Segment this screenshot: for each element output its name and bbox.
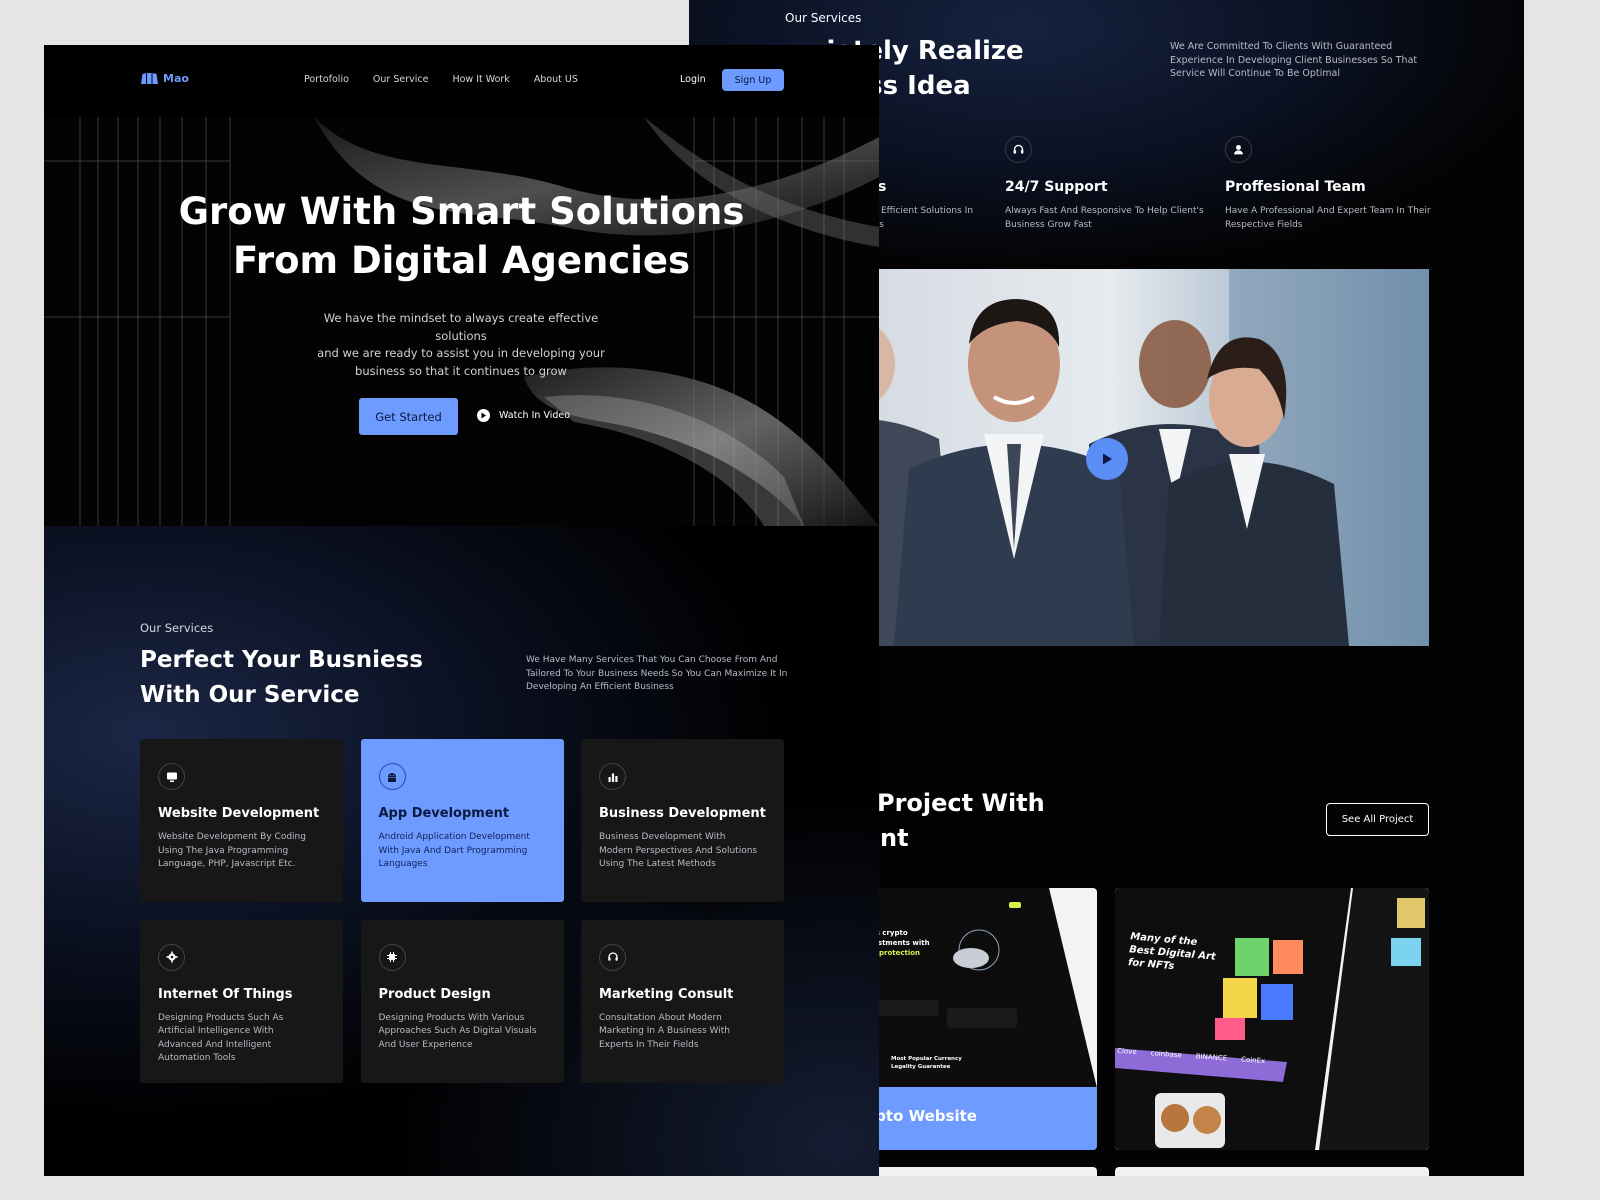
hero-subtitle: We have the mindset to always create eff…	[301, 310, 621, 380]
service-card-desc: Consultation About Modern Marketing In A…	[599, 1012, 730, 1050]
front-page: Mao Portofolio Our Service How It Work A…	[44, 45, 879, 1176]
brand-clove: Clove	[1116, 1046, 1137, 1057]
see-all-projects-button[interactable]: See All Project	[1326, 803, 1429, 836]
hero-subtitle-line1: We have the mindset to always create eff…	[323, 311, 599, 343]
services-heading: Perfect Your Busniess With Our Service	[140, 643, 470, 713]
back-eyebrow: Our Services	[785, 11, 862, 25]
service-card-desc: Android Application Development With Jav…	[378, 832, 530, 869]
projects-heading-line1: Project With	[877, 789, 1045, 817]
feature-team-desc-line1: Have A Professional And Expert Team In T…	[1225, 206, 1431, 216]
project-card-nft[interactable]: Many of the Best Digital Art for NFTs Cl…	[1115, 888, 1429, 1150]
logo-text: Mao	[163, 72, 189, 85]
feature-support-desc-line2: Business Grow Fast	[1005, 219, 1092, 230]
feature-support-desc-line1: Always Fast And Responsive To Help Clien…	[1005, 206, 1204, 216]
feature-support-desc: Always Fast And Responsive To Help Clien…	[1005, 205, 1215, 232]
video-play-button[interactable]	[1086, 438, 1128, 480]
crypto-text-5: Legality Guarantee	[891, 1064, 951, 1070]
headset-icon	[1005, 136, 1032, 163]
android-icon	[378, 763, 406, 790]
projects-heading-line2: nt	[880, 824, 909, 852]
services-description: We Have Many Services That You Can Choos…	[526, 655, 788, 692]
services-eyebrow: Our Services	[140, 621, 214, 635]
service-card-title: App Development	[378, 806, 510, 821]
hero-subtitle-line2: and we are ready to assist you in develo…	[317, 346, 605, 360]
bar-chart-icon	[599, 763, 626, 790]
hero-title: Grow With Smart Solutions From Digital A…	[44, 187, 879, 285]
hero-subtitle-line3: business so that it continues to grow	[355, 363, 567, 378]
hero-section: Grow With Smart Solutions From Digital A…	[44, 117, 879, 526]
crypto-section-text: Most Popular Currency Legality Guarantee	[891, 1055, 962, 1071]
service-card-title: Internet Of Things	[158, 986, 293, 1002]
back-description: We Are Committed To Clients With Guarant…	[1170, 41, 1418, 79]
service-card-marketing[interactable]: Marketing Consult Consultation About Mod…	[581, 919, 784, 1083]
service-card-app[interactable]: App Development Android Application Deve…	[360, 739, 564, 902]
logo[interactable]: Mao	[141, 72, 189, 85]
chip-icon	[378, 943, 406, 971]
service-card-iot[interactable]: Internet Of Things Designing Products Su…	[140, 919, 343, 1083]
services-heading-line1: Perfect Your Busniess	[140, 647, 423, 673]
service-card-desc: Designing Products Such As Artificial In…	[158, 1012, 284, 1064]
service-card-title: Website Development	[158, 806, 320, 821]
services-section: Our Services Perfect Your Busniess With …	[44, 526, 879, 1176]
feature-support: 24/7 Support Always Fast And Responsive …	[1005, 136, 1215, 232]
services-grid: Website Development Website Development …	[140, 739, 784, 1083]
navbar: Mao Portofolio Our Service How It Work A…	[44, 45, 879, 117]
service-card-desc: Business Development With Modern Perspec…	[599, 832, 758, 869]
login-link[interactable]: Login	[680, 74, 706, 85]
play-icon	[1103, 453, 1112, 465]
feature-support-title: 24/7 Support	[1005, 179, 1108, 195]
feature-team-desc: Have A Professional And Expert Team In T…	[1225, 205, 1435, 232]
user-icon	[1225, 136, 1252, 163]
hero-title-line1: Grow With Smart Solutions	[178, 190, 745, 233]
nav-link-how-it-work[interactable]: How It Work	[452, 74, 509, 85]
nav-link-portfolio[interactable]: Portofolio	[304, 74, 349, 85]
service-card-desc: Website Development By Coding Using The …	[158, 832, 306, 869]
cog-icon	[158, 943, 185, 971]
monitor-icon	[158, 763, 185, 790]
brand-coinex: CoinEx	[1240, 1055, 1266, 1066]
service-card-title: Product Design	[378, 986, 491, 1002]
service-card-desc: Designing Products With Various Approach…	[378, 1012, 537, 1050]
get-started-button[interactable]: Get Started	[359, 398, 458, 435]
watch-video-label: Watch In Video	[499, 410, 571, 421]
service-card-business[interactable]: Business Development Business Developmen…	[581, 739, 784, 902]
crypto-text-4: Most Popular Currency	[891, 1056, 962, 1062]
services-heading-line2: With Our Service	[140, 682, 360, 708]
project-card-partial-2[interactable]	[1115, 1167, 1429, 1176]
nav-link-our-service[interactable]: Our Service	[373, 74, 429, 85]
service-card-title: Business Development	[599, 806, 766, 821]
feature-team-desc-line2: Respective Fields	[1225, 219, 1303, 230]
service-card-title: Marketing Consult	[599, 986, 734, 1002]
nav-links: Portofolio Our Service How It Work About…	[304, 74, 578, 85]
play-circle-icon	[477, 409, 490, 422]
service-card-product-design[interactable]: Product Design Designing Products With V…	[360, 919, 564, 1083]
headset-icon	[599, 943, 626, 971]
nft-hero-text: Many of the Best Digital Art for NFTs	[1127, 930, 1217, 976]
watch-video-button[interactable]: Watch In Video	[477, 409, 570, 422]
nav-link-about-us[interactable]: About US	[534, 74, 578, 85]
signup-button[interactable]: Sign Up	[722, 69, 784, 91]
feature-team: Proffesional Team Have A Professional An…	[1225, 136, 1435, 232]
logo-mark-icon	[141, 73, 158, 84]
hero-title-line2: From Digital Agencies	[232, 239, 691, 282]
nft-website-preview	[1115, 888, 1429, 1150]
feature-team-title: Proffesional Team	[1225, 179, 1366, 195]
service-card-website[interactable]: Website Development Website Development …	[140, 739, 343, 902]
